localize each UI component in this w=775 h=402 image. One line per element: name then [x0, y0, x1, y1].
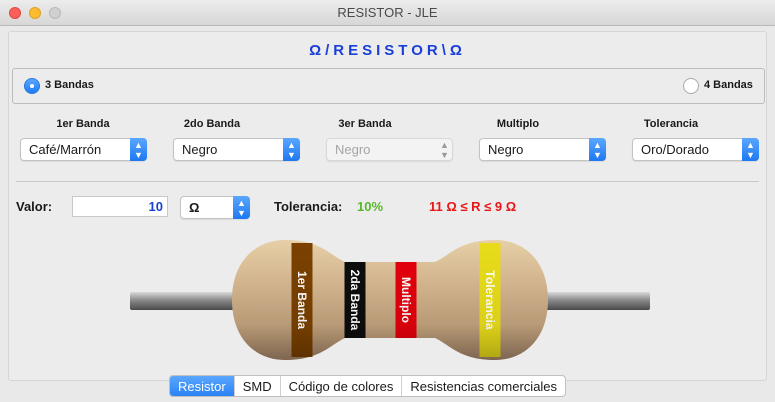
main-tabs: Resistor SMD Código de colores Resistenc… [169, 375, 567, 397]
resistor-drawing: 1er Banda2da BandaMultiploTolerancia [130, 240, 650, 360]
tab-smd[interactable]: SMD [235, 376, 281, 396]
tab-resistor[interactable]: Resistor [170, 376, 235, 396]
tab-resistencias-comerciales[interactable]: Resistencias comerciales [402, 376, 565, 396]
resistor-lead-left [130, 292, 240, 310]
tab-codigo-colores[interactable]: Código de colores [281, 376, 403, 396]
resistor-body-shading [232, 240, 548, 360]
resistor-lead-right [540, 292, 650, 310]
